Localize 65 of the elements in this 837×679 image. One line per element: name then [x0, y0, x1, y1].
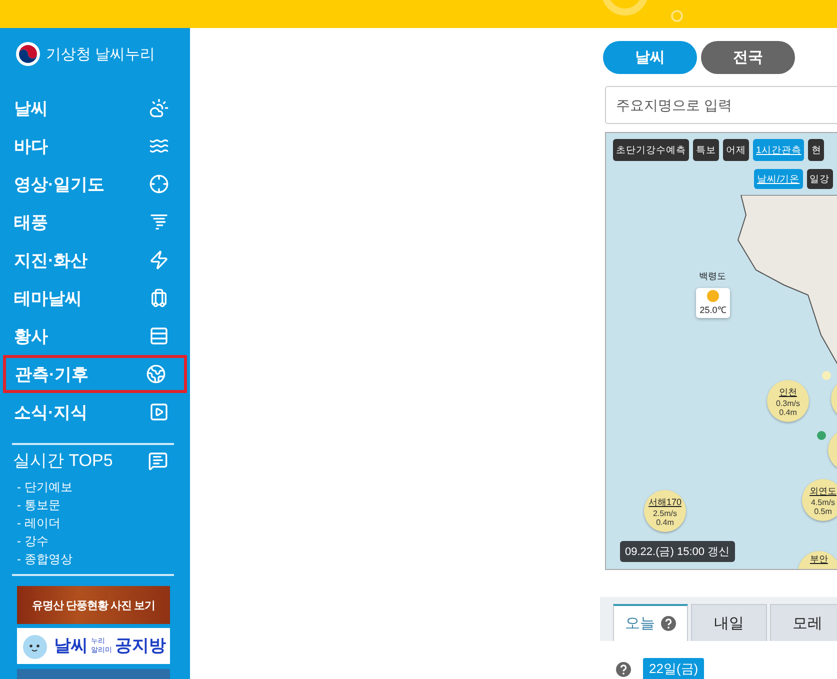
day-tab[interactable]: 모레: [770, 604, 837, 641]
day-tab[interactable]: 오늘: [613, 604, 688, 641]
lightning-icon: [149, 250, 169, 270]
top5-link[interactable]: - 레이더: [17, 514, 190, 532]
help-icon[interactable]: [661, 616, 676, 631]
map-sub-button[interactable]: 날씨/기온: [754, 169, 803, 189]
map-background[interactable]: 초단기강수예측 특보 어제 1시간관측 현 날씨/기온 일강 백령도 25.0℃ 인천 0.3m/s 0.4m 서해170 2.5m/s 0.4m 외연도 4.5m/s 0.5m 부안 09.22.(금) 15:00 갱신: [605, 132, 837, 570]
play-icon: [149, 402, 169, 422]
wind-speed-text: 4.5m/s: [810, 498, 835, 506]
wind-speed-text: 0.3m/s: [776, 398, 800, 408]
globe-icon: [146, 364, 166, 384]
notice-banner-title: 공지방: [115, 636, 166, 656]
station-label: 백령도: [699, 270, 726, 283]
top5-link[interactable]: - 단기예보: [17, 478, 190, 496]
wind-speed-text: 2.5m/s: [652, 508, 677, 518]
list-icon[interactable]: [148, 450, 168, 470]
station-label: 부안: [810, 553, 828, 566]
luggage-icon: [149, 288, 169, 308]
map-layer-button[interactable]: 특보: [693, 139, 719, 161]
map-layer-button[interactable]: 어제: [723, 139, 749, 161]
top5-link[interactable]: - 종합영상: [17, 550, 190, 568]
nav-item[interactable]: 테마날씨: [3, 279, 187, 317]
notice-banner-title: 날씨: [54, 636, 88, 656]
crosshair-icon: [149, 174, 169, 194]
station-marker[interactable]: 부안: [798, 551, 837, 569]
wave-height-text: 0.4m: [779, 408, 797, 416]
station-label: 외연도: [810, 484, 836, 498]
nav-item[interactable]: 태풍: [3, 203, 187, 241]
map-layer-button[interactable]: 현: [808, 139, 824, 161]
map-sub-button[interactable]: 일강: [806, 169, 833, 189]
map-layer-button[interactable]: 초단기강수예측: [613, 139, 689, 161]
help-icon[interactable]: [616, 662, 631, 676]
map-layer-button[interactable]: 1시간관측: [753, 139, 804, 161]
top5-link[interactable]: - 통보문: [17, 496, 190, 514]
nav-item[interactable]: 바다: [3, 127, 187, 165]
wave-height-text: 0.4m: [656, 518, 674, 526]
date-badge: 22일(금): [643, 658, 704, 679]
nav-item[interactable]: 지진·화산: [3, 241, 187, 279]
update-time-label: 09.22.(금) 15:00 갱신: [620, 541, 735, 562]
nav-item[interactable]: 관측·기후: [3, 355, 187, 393]
nav-item[interactable]: 영상·일기도: [3, 165, 187, 203]
mode-tab[interactable]: 날씨: [603, 41, 697, 74]
top5-heading: 실시간 TOP5: [13, 450, 113, 472]
station-label: 인천: [779, 386, 797, 398]
station-label: 서해170: [648, 496, 682, 508]
autumn-banner[interactable]: 유명산 단풍현황 사진 보기: [17, 586, 170, 624]
nav-item[interactable]: 날씨: [3, 89, 187, 127]
station-marker[interactable]: 외연도 4.5m/s 0.5m: [802, 479, 837, 521]
sun-icon: [706, 289, 720, 303]
mode-tab[interactable]: 전국: [701, 41, 795, 74]
logo-icon: [16, 42, 40, 66]
nav-item[interactable]: 소식·지식: [3, 393, 187, 431]
station-marker[interactable]: 인천 0.3m/s 0.4m: [767, 380, 809, 422]
search-field[interactable]: 주요지명으로 입력: [605, 86, 837, 124]
station-dot: [817, 431, 826, 440]
temperature-text: 25.0℃: [700, 304, 726, 316]
logo-title: 기상청 날씨누리: [46, 44, 156, 64]
station-marker[interactable]: 서해170 2.5m/s 0.4m: [644, 490, 686, 532]
station-dot: [822, 371, 831, 380]
top5-link[interactable]: - 강수: [17, 532, 190, 550]
nav-item[interactable]: 황사: [3, 317, 187, 355]
wave-height-text: 0.5m: [814, 506, 832, 516]
weather-card[interactable]: 25.0℃: [696, 288, 730, 318]
day-tab[interactable]: 내일: [691, 604, 767, 641]
cloud-sun-icon: [149, 98, 169, 118]
